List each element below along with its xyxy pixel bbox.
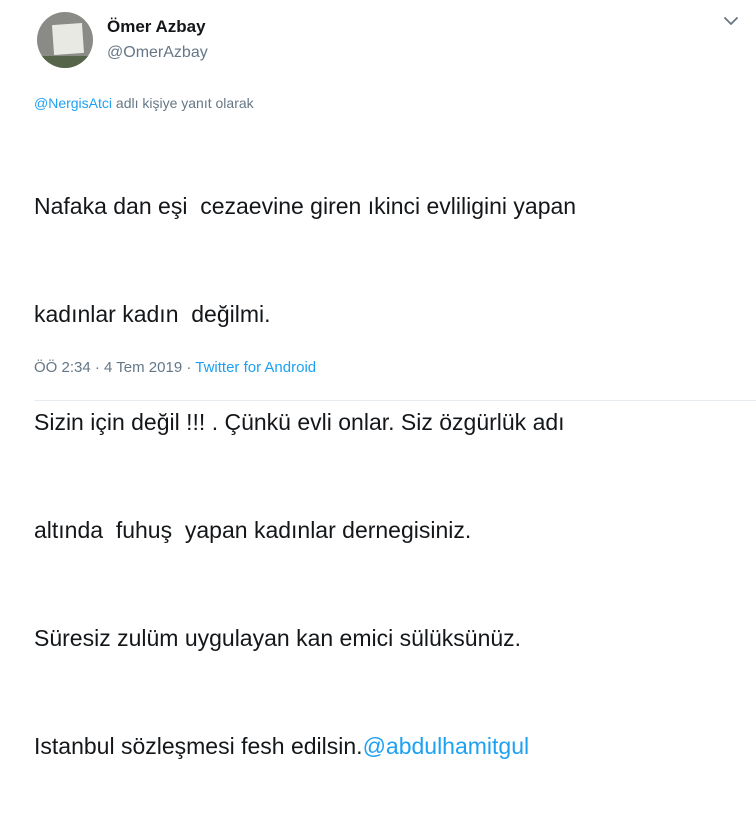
tweet-line: altında fuhuş yapan kadınlar dernegisini… xyxy=(34,517,472,543)
divider xyxy=(34,400,756,401)
reply-mention-link[interactable]: @NergisAtci xyxy=(34,95,112,111)
reply-context-label: adlı kişiye yanıt olarak xyxy=(112,95,254,111)
mention-link[interactable]: @abdulhamitgul xyxy=(363,733,530,759)
separator: · xyxy=(182,359,196,376)
tweet-source-link[interactable]: Twitter for Android xyxy=(195,359,316,376)
reply-context: @NergisAtci adlı kişiye yanıt olarak xyxy=(34,95,254,111)
chevron-down-icon[interactable] xyxy=(722,12,740,30)
tweet: Ömer Azbay @OmerAzbay @NergisAtci adlı k… xyxy=(0,0,756,759)
tweet-line: Sizin için değil !!! . Çünkü evli onlar.… xyxy=(34,409,565,435)
tweet-line: Süresiz zulüm uygulayan kan emici sülüks… xyxy=(34,625,522,651)
author-display-name[interactable]: Ömer Azbay xyxy=(107,17,206,37)
tweet-line: kadınlar kadın değilmi. xyxy=(34,301,271,327)
tweet-text: Nafaka dan eşi cezaevine giren ıkinci ev… xyxy=(34,116,734,830)
tweet-line: Nafaka dan eşi cezaevine giren ıkinci ev… xyxy=(34,193,577,219)
separator: · xyxy=(90,359,105,376)
tweet-time[interactable]: ÖÖ 2:34 xyxy=(34,359,91,376)
avatar[interactable] xyxy=(37,12,93,68)
avatar-image xyxy=(51,22,85,56)
tweet-metadata: ÖÖ 2:34 · 4 Tem 2019 · Twitter for Andro… xyxy=(34,359,316,376)
tweet-line-text: Istanbul sözleşmesi fesh edilsin. xyxy=(34,733,363,759)
author-handle[interactable]: @OmerAzbay xyxy=(107,44,208,62)
tweet-date[interactable]: 4 Tem 2019 xyxy=(104,359,182,376)
tweet-line: Istanbul sözleşmesi fesh edilsin.@abdulh… xyxy=(34,728,734,764)
